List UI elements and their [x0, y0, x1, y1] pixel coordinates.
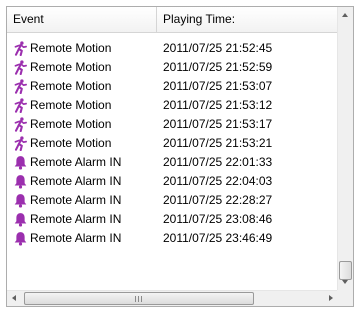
- motion-icon: [13, 136, 28, 152]
- playing-time: 2011/07/25 21:53:17: [163, 117, 273, 131]
- alarm-bell-icon: [13, 155, 28, 170]
- motion-icon: [13, 117, 28, 133]
- list-item[interactable]: Remote Alarm IN 2011/07/25 22:04:03: [7, 172, 339, 191]
- alarm-bell-icon: [13, 231, 28, 246]
- playing-time: 2011/07/25 21:53:12: [163, 98, 273, 112]
- list-header: Event Playing Time:: [7, 7, 339, 33]
- event-name: Remote Alarm IN: [30, 193, 122, 207]
- alarm-bell-icon: [13, 193, 28, 208]
- motion-icon: [13, 60, 28, 76]
- arrow-down-icon: [342, 280, 348, 284]
- motion-icon: [13, 79, 28, 95]
- list-item[interactable]: Remote Alarm IN 2011/07/25 22:01:33: [7, 153, 339, 172]
- event-name: Remote Motion: [30, 41, 112, 55]
- scroll-down-button[interactable]: [338, 274, 353, 290]
- list-item[interactable]: Remote Motion 2011/07/25 21:53:12: [7, 96, 339, 115]
- list-body: Remote Motion 2011/07/25 21:52:45 Remote M…: [7, 39, 339, 248]
- arrow-right-icon: [329, 295, 333, 301]
- list-item[interactable]: Remote Alarm IN 2011/07/25 23:08:46: [7, 210, 339, 229]
- event-name: Remote Motion: [30, 79, 112, 93]
- arrow-up-icon: [342, 13, 348, 17]
- event-name: Remote Motion: [30, 136, 112, 150]
- list-item[interactable]: Remote Alarm IN 2011/07/25 22:28:27: [7, 191, 339, 210]
- list-item[interactable]: Remote Alarm IN 2011/07/25 23:46:49: [7, 229, 339, 248]
- vertical-scrollbar[interactable]: [337, 7, 353, 290]
- list-item[interactable]: Remote Motion 2011/07/25 21:53:21: [7, 134, 339, 153]
- playing-time: 2011/07/25 23:08:46: [163, 212, 273, 226]
- event-name: Remote Alarm IN: [30, 155, 122, 169]
- playing-time: 2011/07/25 21:52:59: [163, 60, 273, 74]
- playing-time: 2011/07/25 21:53:21: [163, 136, 273, 150]
- arrow-left-icon: [12, 295, 16, 301]
- event-name: Remote Motion: [30, 60, 112, 74]
- horizontal-scrollbar[interactable]: [7, 290, 339, 306]
- event-name: Remote Motion: [30, 117, 112, 131]
- playing-time: 2011/07/25 21:53:07: [163, 79, 273, 93]
- list-item[interactable]: Remote Motion 2011/07/25 21:52:59: [7, 58, 339, 77]
- playing-time: 2011/07/25 22:01:33: [163, 155, 273, 169]
- motion-icon: [13, 98, 28, 114]
- column-header-playing-time[interactable]: Playing Time:: [157, 7, 339, 32]
- event-name: Remote Alarm IN: [30, 212, 122, 226]
- motion-icon: [13, 41, 28, 57]
- event-name: Remote Alarm IN: [30, 174, 122, 188]
- alarm-bell-icon: [13, 212, 28, 227]
- alarm-bell-icon: [13, 174, 28, 189]
- list-item[interactable]: Remote Motion 2011/07/25 21:53:17: [7, 115, 339, 134]
- list-item[interactable]: Remote Motion 2011/07/25 21:52:45: [7, 39, 339, 58]
- playing-time: 2011/07/25 22:28:27: [163, 193, 273, 207]
- grip-icon: [135, 296, 143, 302]
- playing-time: 2011/07/25 22:04:03: [163, 174, 273, 188]
- event-list: Event Playing Time: Remote Motion 2011/07…: [6, 6, 354, 307]
- event-name: Remote Motion: [30, 98, 112, 112]
- scroll-left-button[interactable]: [7, 291, 23, 306]
- column-header-event[interactable]: Event: [7, 7, 157, 32]
- scroll-up-button[interactable]: [338, 7, 353, 23]
- horizontal-scroll-thumb[interactable]: [24, 292, 254, 305]
- scrollbar-corner: [337, 290, 353, 306]
- event-name: Remote Alarm IN: [30, 231, 122, 245]
- playing-time: 2011/07/25 21:52:45: [163, 41, 273, 55]
- playing-time: 2011/07/25 23:46:49: [163, 231, 273, 245]
- list-item[interactable]: Remote Motion 2011/07/25 21:53:07: [7, 77, 339, 96]
